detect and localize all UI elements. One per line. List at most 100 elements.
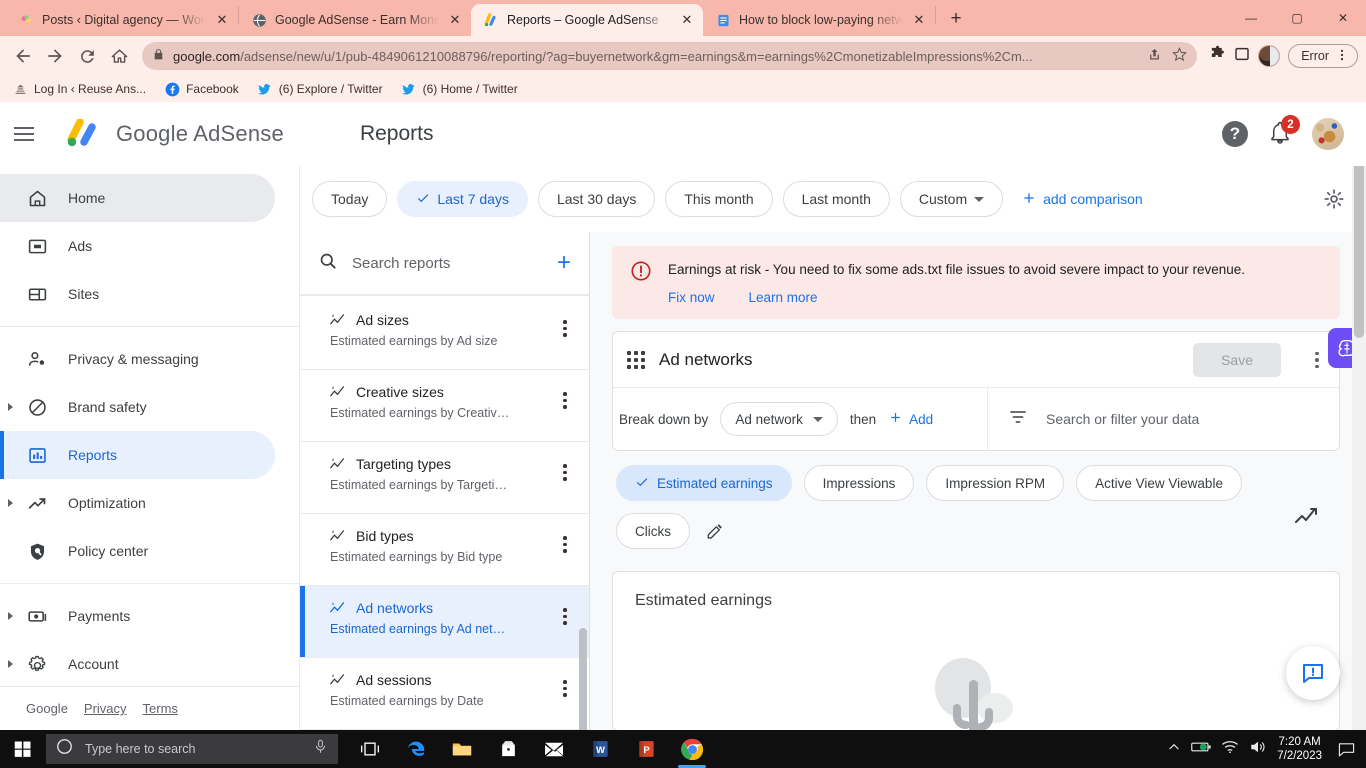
error-status-pill[interactable]: Error	[1288, 44, 1358, 68]
reports-list-scroll[interactable]: Ad sizes Estimated earnings by Ad size C…	[300, 298, 589, 730]
help-icon[interactable]: ?	[1222, 121, 1248, 147]
fix-now-link[interactable]: Fix now	[668, 290, 715, 305]
report-menu-icon[interactable]	[555, 536, 575, 553]
task-view-icon[interactable]	[350, 730, 390, 768]
battery-icon[interactable]	[1191, 740, 1211, 759]
add-dimension-button[interactable]: Add	[888, 410, 933, 428]
browser-tab-1[interactable]: Posts ‹ Digital agency — WordPre ✕	[6, 4, 238, 36]
date-chip-today[interactable]: Today	[312, 181, 388, 217]
action-center-icon[interactable]	[1332, 730, 1360, 768]
start-button[interactable]	[0, 730, 46, 768]
metric-chip-clicks[interactable]: Clicks	[616, 513, 690, 550]
date-chip-last-7-days[interactable]: Last 7 days	[397, 181, 528, 217]
bookmark-item[interactable]: Facebook	[164, 81, 239, 97]
maximize-icon[interactable]: ▢	[1274, 0, 1320, 36]
learn-more-link[interactable]: Learn more	[749, 290, 818, 305]
list-item[interactable]: Ad sizes Estimated earnings by Ad size	[300, 298, 589, 370]
settings-gear-icon[interactable]	[1318, 183, 1350, 215]
chart-type-trend-icon[interactable]	[1294, 507, 1322, 529]
chrome-icon[interactable]	[672, 730, 712, 768]
window-close-icon[interactable]: ✕	[1320, 0, 1366, 36]
sidebar-item-privacy-messaging[interactable]: Privacy & messaging	[0, 335, 275, 383]
report-menu-icon[interactable]	[555, 320, 575, 337]
wifi-icon[interactable]	[1221, 740, 1239, 759]
footer-privacy-link[interactable]: Privacy	[84, 701, 127, 716]
report-menu-icon[interactable]	[555, 464, 575, 481]
sidebar-item-optimization[interactable]: Optimization	[0, 479, 275, 527]
date-chip-last-month[interactable]: Last month	[782, 181, 890, 217]
report-menu-icon[interactable]	[555, 680, 575, 697]
close-icon[interactable]: ✕	[214, 12, 230, 28]
bookmark-star-icon[interactable]	[1172, 47, 1188, 65]
page-scrollbar[interactable]	[1352, 102, 1366, 730]
list-item[interactable]: Bid types Estimated earnings by Bid type	[300, 514, 589, 586]
list-item-ad-networks-selected[interactable]: Ad networks Estimated earnings by Ad net…	[300, 586, 589, 658]
sidebar-item-home[interactable]: Home	[0, 174, 275, 222]
file-explorer-icon[interactable]	[442, 730, 482, 768]
add-comparison-button[interactable]: add comparison	[1021, 190, 1143, 209]
search-reports-input[interactable]: Search reports	[352, 255, 543, 272]
browser-tab-4[interactable]: How to block low-paying networ ✕	[703, 4, 935, 36]
edge-icon[interactable]	[396, 730, 436, 768]
powerpoint-icon[interactable]: P	[626, 730, 666, 768]
minimize-icon[interactable]: —	[1228, 0, 1274, 36]
word-icon[interactable]: W	[580, 730, 620, 768]
sidebar-item-account[interactable]: Account	[0, 640, 275, 686]
back-icon[interactable]	[8, 41, 38, 71]
sidebar-item-ads[interactable]: Ads	[0, 222, 275, 270]
brand-logo[interactable]: Google AdSense	[64, 119, 284, 149]
metric-chip-estimated-earnings[interactable]: Estimated earnings	[616, 465, 792, 502]
sidebar-item-sites[interactable]: Sites	[0, 270, 275, 318]
list-item[interactable]: Targeting types Estimated earnings by Ta…	[300, 442, 589, 514]
close-icon[interactable]: ✕	[679, 12, 695, 28]
metric-chip-impressions[interactable]: Impressions	[803, 465, 915, 502]
sidebar-item-policy-center[interactable]: Policy center	[0, 527, 275, 575]
taskbar-search-input[interactable]: Type here to search	[85, 742, 301, 756]
date-chip-last-30-days[interactable]: Last 30 days	[537, 181, 656, 217]
mail-icon[interactable]	[534, 730, 574, 768]
taskbar-clock[interactable]: 7:20 AM 7/2/2023	[1277, 735, 1322, 763]
bookmark-item[interactable]: (6) Explore / Twitter	[257, 81, 383, 97]
taskbar-search[interactable]: Type here to search	[46, 734, 338, 764]
breakdown-dimension-select[interactable]: Ad network	[720, 402, 838, 437]
list-item[interactable]: Ad sessions Estimated earnings by Date	[300, 658, 589, 730]
new-tab-button[interactable]: +	[942, 5, 970, 33]
report-menu-icon[interactable]	[555, 608, 575, 625]
date-chip-custom[interactable]: Custom	[899, 181, 1004, 217]
report-menu-icon[interactable]	[555, 392, 575, 409]
menu-icon[interactable]	[14, 127, 62, 141]
metric-chip-active-view-viewable[interactable]: Active View Viewable	[1076, 465, 1242, 502]
microphone-icon[interactable]	[313, 739, 328, 759]
list-item[interactable]: Creative sizes Estimated earnings by Cre…	[300, 370, 589, 442]
browser-tab-3-active[interactable]: Reports – Google AdSense ✕	[471, 4, 703, 36]
metric-chip-impression-rpm[interactable]: Impression RPM	[926, 465, 1065, 502]
sidebar-item-payments[interactable]: Payments	[0, 592, 275, 640]
save-button[interactable]: Save	[1193, 342, 1281, 377]
edit-metrics-pencil-icon[interactable]	[702, 518, 728, 544]
search-reports-row[interactable]: Search reports +	[300, 232, 589, 296]
avatar[interactable]	[1312, 118, 1344, 150]
footer-terms-link[interactable]: Terms	[143, 701, 178, 716]
volume-icon[interactable]	[1249, 739, 1267, 760]
bookmark-item[interactable]: (6) Home / Twitter	[401, 81, 518, 97]
extensions-puzzle-icon[interactable]	[1209, 45, 1226, 67]
create-report-button[interactable]: +	[557, 251, 571, 275]
feedback-button[interactable]	[1286, 646, 1340, 700]
forward-icon[interactable]	[40, 41, 70, 71]
reload-icon[interactable]	[72, 41, 102, 71]
home-icon[interactable]	[104, 41, 134, 71]
browser-tab-2[interactable]: Google AdSense - Earn Money Fr ✕	[239, 4, 471, 36]
filter-input[interactable]: Search or filter your data	[1046, 411, 1199, 427]
reports-list-scrollbar[interactable]	[579, 628, 587, 730]
sidebar-item-brand-safety[interactable]: Brand safety	[0, 383, 275, 431]
date-chip-this-month[interactable]: This month	[665, 181, 773, 217]
apps-grid-icon[interactable]	[627, 350, 645, 369]
filter-icon[interactable]	[1008, 407, 1028, 432]
share-icon[interactable]	[1147, 47, 1162, 65]
microsoft-store-icon[interactable]	[488, 730, 528, 768]
notifications-button[interactable]: 2	[1268, 115, 1300, 147]
chrome-menu-icon[interactable]	[1335, 48, 1349, 65]
report-options-menu-icon[interactable]	[1307, 351, 1327, 368]
chrome-profile-avatar[interactable]	[1258, 45, 1281, 67]
sidebar-item-reports[interactable]: Reports	[0, 431, 275, 479]
